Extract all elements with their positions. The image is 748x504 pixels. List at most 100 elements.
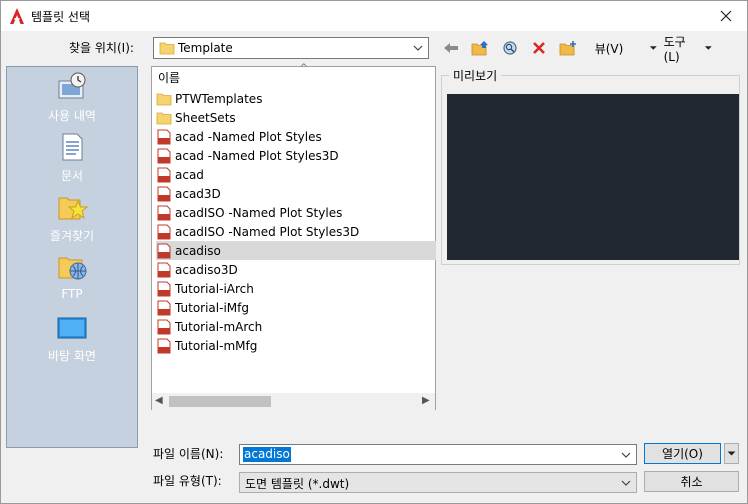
file-item-label: acad -Named Plot Styles3D xyxy=(175,148,339,163)
autocad-logo-icon xyxy=(10,8,24,24)
delete-button[interactable] xyxy=(529,37,549,59)
folder-icon xyxy=(156,112,172,124)
file-list[interactable]: 이름 ^ PTWTemplates SheetSets acad -Named Pl… xyxy=(151,63,436,410)
back-button[interactable] xyxy=(441,37,461,59)
file-item-label: Tutorial-mArch xyxy=(175,319,263,334)
folder-up-icon xyxy=(471,41,488,56)
tools-label: 도구(L) xyxy=(663,34,686,64)
place-label: 즐겨찾기 xyxy=(49,229,95,243)
place-label: 바탕 화면 xyxy=(48,349,96,363)
file-item-label: acadiso3D xyxy=(175,262,238,277)
file-item[interactable]: Tutorial-mMfg xyxy=(156,336,436,355)
file-item[interactable]: acad -Named Plot Styles xyxy=(156,127,436,146)
filetype-value: 도면 템플릿 (*.dwt) xyxy=(245,477,350,491)
search-web-button[interactable] xyxy=(499,37,521,59)
file-item[interactable]: Tutorial-mArch xyxy=(156,317,436,336)
place-ftp[interactable]: FTP xyxy=(7,251,137,301)
file-item[interactable]: acad -Named Plot Styles3D xyxy=(156,146,436,165)
file-item[interactable]: acad xyxy=(156,165,436,184)
file-item-label: Tutorial-iArch xyxy=(175,281,254,296)
filetype-select[interactable]: 도면 템플릿 (*.dwt) xyxy=(239,472,637,493)
back-arrow-icon xyxy=(444,43,458,53)
scrollbar-thumb[interactable] xyxy=(169,396,271,407)
dwt-file-icon xyxy=(157,281,171,296)
file-item[interactable]: PTWTemplates xyxy=(156,89,436,108)
folder-icon xyxy=(156,93,172,105)
scroll-right-icon[interactable]: ▶ xyxy=(422,395,430,406)
chevron-down-icon xyxy=(621,480,631,486)
file-item-label: acad3D xyxy=(175,186,221,201)
name-column-header[interactable]: 이름 xyxy=(158,69,180,86)
tools-menu-button[interactable]: 도구(L) xyxy=(649,35,713,64)
file-item-label: PTWTemplates xyxy=(175,91,263,106)
history-icon xyxy=(58,72,86,99)
search-web-icon xyxy=(503,41,517,55)
file-item[interactable]: acadiso xyxy=(156,241,436,260)
file-item[interactable]: SheetSets xyxy=(156,108,436,127)
preview-area xyxy=(447,94,739,260)
dropdown-triangle-icon xyxy=(705,46,713,50)
filetype-label: 파일 유형(T): xyxy=(153,474,222,488)
sort-ascending-icon: ^ xyxy=(300,63,308,73)
lookin-label: 찾을 위치(I): xyxy=(69,41,134,55)
open-button-label: 열기(O) xyxy=(662,447,703,461)
place-label: FTP xyxy=(61,287,83,301)
filename-input[interactable]: acadiso xyxy=(239,444,637,465)
file-item[interactable]: acadISO -Named Plot Styles3D xyxy=(156,222,436,241)
file-item[interactable]: acad3D xyxy=(156,184,436,203)
place-favorites[interactable]: 즐겨찾기 xyxy=(7,191,137,244)
file-item-label: SheetSets xyxy=(175,110,236,125)
file-item[interactable]: Tutorial-iMfg xyxy=(156,298,436,317)
chevron-down-icon[interactable] xyxy=(620,449,632,461)
dialog-window: 템플릿 선택 찾을 위치(I): Template 뷰(V) 도구(L) 사용 … xyxy=(0,0,748,504)
file-item-label: acad -Named Plot Styles xyxy=(175,129,322,144)
horizontal-scrollbar[interactable]: ◀ ▶ xyxy=(152,393,435,410)
place-history[interactable]: 사용 내역 xyxy=(7,71,137,124)
file-item-label: acadISO -Named Plot Styles xyxy=(175,205,343,220)
desktop-icon xyxy=(57,317,87,339)
place-desktop[interactable]: 바탕 화면 xyxy=(7,315,137,364)
cancel-button[interactable]: 취소 xyxy=(644,471,739,492)
dropdown-triangle-icon xyxy=(649,46,657,50)
file-item[interactable]: acadiso3D xyxy=(156,260,436,279)
file-item-label: Tutorial-iMfg xyxy=(175,300,249,315)
dropdown-triangle-icon xyxy=(727,451,736,456)
preview-label: 미리보기 xyxy=(449,67,502,84)
place-label: 문서 xyxy=(60,169,84,183)
dwt-file-icon xyxy=(157,319,171,334)
place-documents[interactable]: 문서 xyxy=(7,131,137,184)
lookin-combo[interactable]: Template xyxy=(153,37,429,59)
dwt-file-icon xyxy=(157,224,171,239)
open-dropdown-button[interactable] xyxy=(724,443,739,464)
filename-label: 파일 이름(N): xyxy=(153,447,224,461)
dwt-file-icon xyxy=(157,186,171,201)
views-menu-button[interactable]: 뷰(V) xyxy=(589,37,629,59)
place-label: 사용 내역 xyxy=(48,109,96,123)
file-item[interactable]: Tutorial-iArch xyxy=(156,279,436,298)
filename-value: acadiso xyxy=(243,447,291,462)
file-item-label: Tutorial-mMfg xyxy=(175,338,258,353)
window-title: 템플릿 선택 xyxy=(31,10,91,24)
dwt-file-icon xyxy=(157,167,171,182)
open-button[interactable]: 열기(O) xyxy=(644,443,721,464)
places-bar: 사용 내역 문서 즐겨찾기 FTP 바탕 화면 xyxy=(6,66,138,448)
dwt-file-icon xyxy=(157,148,171,163)
file-item[interactable]: acadISO -Named Plot Styles xyxy=(156,203,436,222)
file-item-label: acadiso xyxy=(175,243,221,258)
ftp-icon xyxy=(58,257,87,280)
cancel-button-label: 취소 xyxy=(680,475,703,489)
favorites-icon xyxy=(58,197,88,220)
dwt-file-icon xyxy=(157,205,171,220)
up-folder-button[interactable] xyxy=(469,37,491,59)
close-icon xyxy=(720,10,732,22)
delete-x-icon xyxy=(533,42,545,54)
dwt-file-icon xyxy=(157,129,171,144)
documents-icon xyxy=(62,133,83,161)
file-item-label: acadISO -Named Plot Styles3D xyxy=(175,224,360,239)
create-folder-button[interactable] xyxy=(557,37,579,59)
close-button[interactable] xyxy=(715,5,737,27)
dwt-file-icon xyxy=(157,338,171,353)
dwt-file-icon xyxy=(157,300,171,315)
new-folder-icon xyxy=(559,41,576,56)
scroll-left-icon[interactable]: ◀ xyxy=(155,395,163,406)
